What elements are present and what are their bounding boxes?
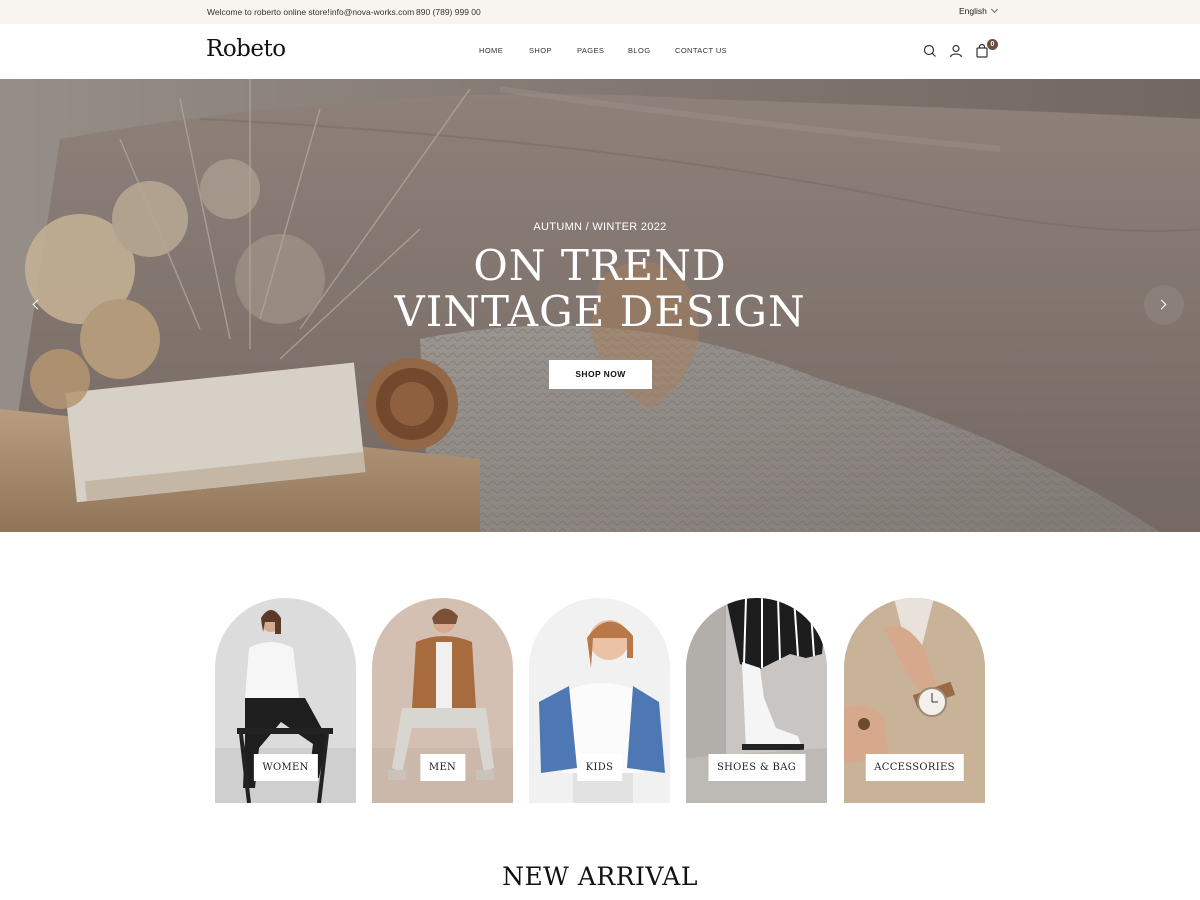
main-nav: HOME SHOP PAGES BLOG CONTACT US	[0, 46, 1200, 60]
nav-item-contact-us[interactable]: CONTACT US	[675, 46, 727, 55]
hero-eyebrow: AUTUMN / WINTER 2022	[533, 221, 667, 233]
welcome-text: Welcome to roberto online store!	[207, 7, 330, 17]
contact-phone[interactable]: 890 (789) 999 00	[416, 6, 481, 18]
nav-item-home[interactable]: HOME	[479, 46, 503, 55]
shop-now-button[interactable]: SHOP NOW	[549, 360, 652, 389]
category-card-accessories[interactable]: ACCESSORIES	[844, 598, 985, 803]
category-label-women: WOMEN	[253, 754, 318, 781]
site-header: Robeto HOME SHOP PAGES BLOG CONTACT US 0	[0, 24, 1200, 79]
category-grid: WOMEN MEN KIDS SHOES & BAG ACCESSORIES	[0, 598, 1200, 803]
chevron-left-icon	[32, 299, 43, 310]
category-card-men[interactable]: MEN	[372, 598, 513, 803]
search-icon[interactable]	[922, 43, 938, 59]
slider-prev-button[interactable]	[16, 285, 56, 325]
category-label-accessories: ACCESSORIES	[865, 754, 964, 781]
nav-item-blog[interactable]: BLOG	[628, 46, 650, 55]
section-title-new-arrival: NEW ARRIVAL	[502, 862, 698, 891]
category-card-kids[interactable]: KIDS	[529, 598, 670, 803]
nav-item-shop[interactable]: SHOP	[529, 46, 552, 55]
language-selector[interactable]: English	[959, 5, 998, 16]
category-label-shoes-bag: SHOES & BAG	[707, 754, 806, 781]
category-card-women[interactable]: WOMEN	[215, 598, 356, 803]
category-label-kids: KIDS	[576, 754, 623, 781]
category-card-shoes-bag[interactable]: SHOES & BAG	[686, 598, 827, 803]
hero-title-line-2: VINTAGE DESIGN	[394, 287, 806, 336]
chevron-down-icon	[990, 5, 998, 14]
top-bar: Welcome to roberto online store! info@no…	[0, 0, 1200, 24]
hero-title: ON TREND VINTAGE DESIGN	[0, 243, 1200, 335]
chevron-right-icon	[1156, 299, 1167, 310]
cart-count-badge: 0	[987, 39, 998, 50]
slider-next-button[interactable]	[1144, 285, 1184, 325]
language-label: English	[959, 6, 987, 16]
hero-slider: AUTUMN / WINTER 2022 ON TREND VINTAGE DE…	[0, 79, 1200, 532]
user-icon[interactable]	[948, 43, 964, 59]
hero-title-line-1: ON TREND	[473, 241, 727, 290]
category-label-men: MEN	[419, 754, 466, 781]
nav-item-pages[interactable]: PAGES	[577, 46, 604, 55]
contact-email[interactable]: info@nova-works.com	[330, 6, 414, 18]
